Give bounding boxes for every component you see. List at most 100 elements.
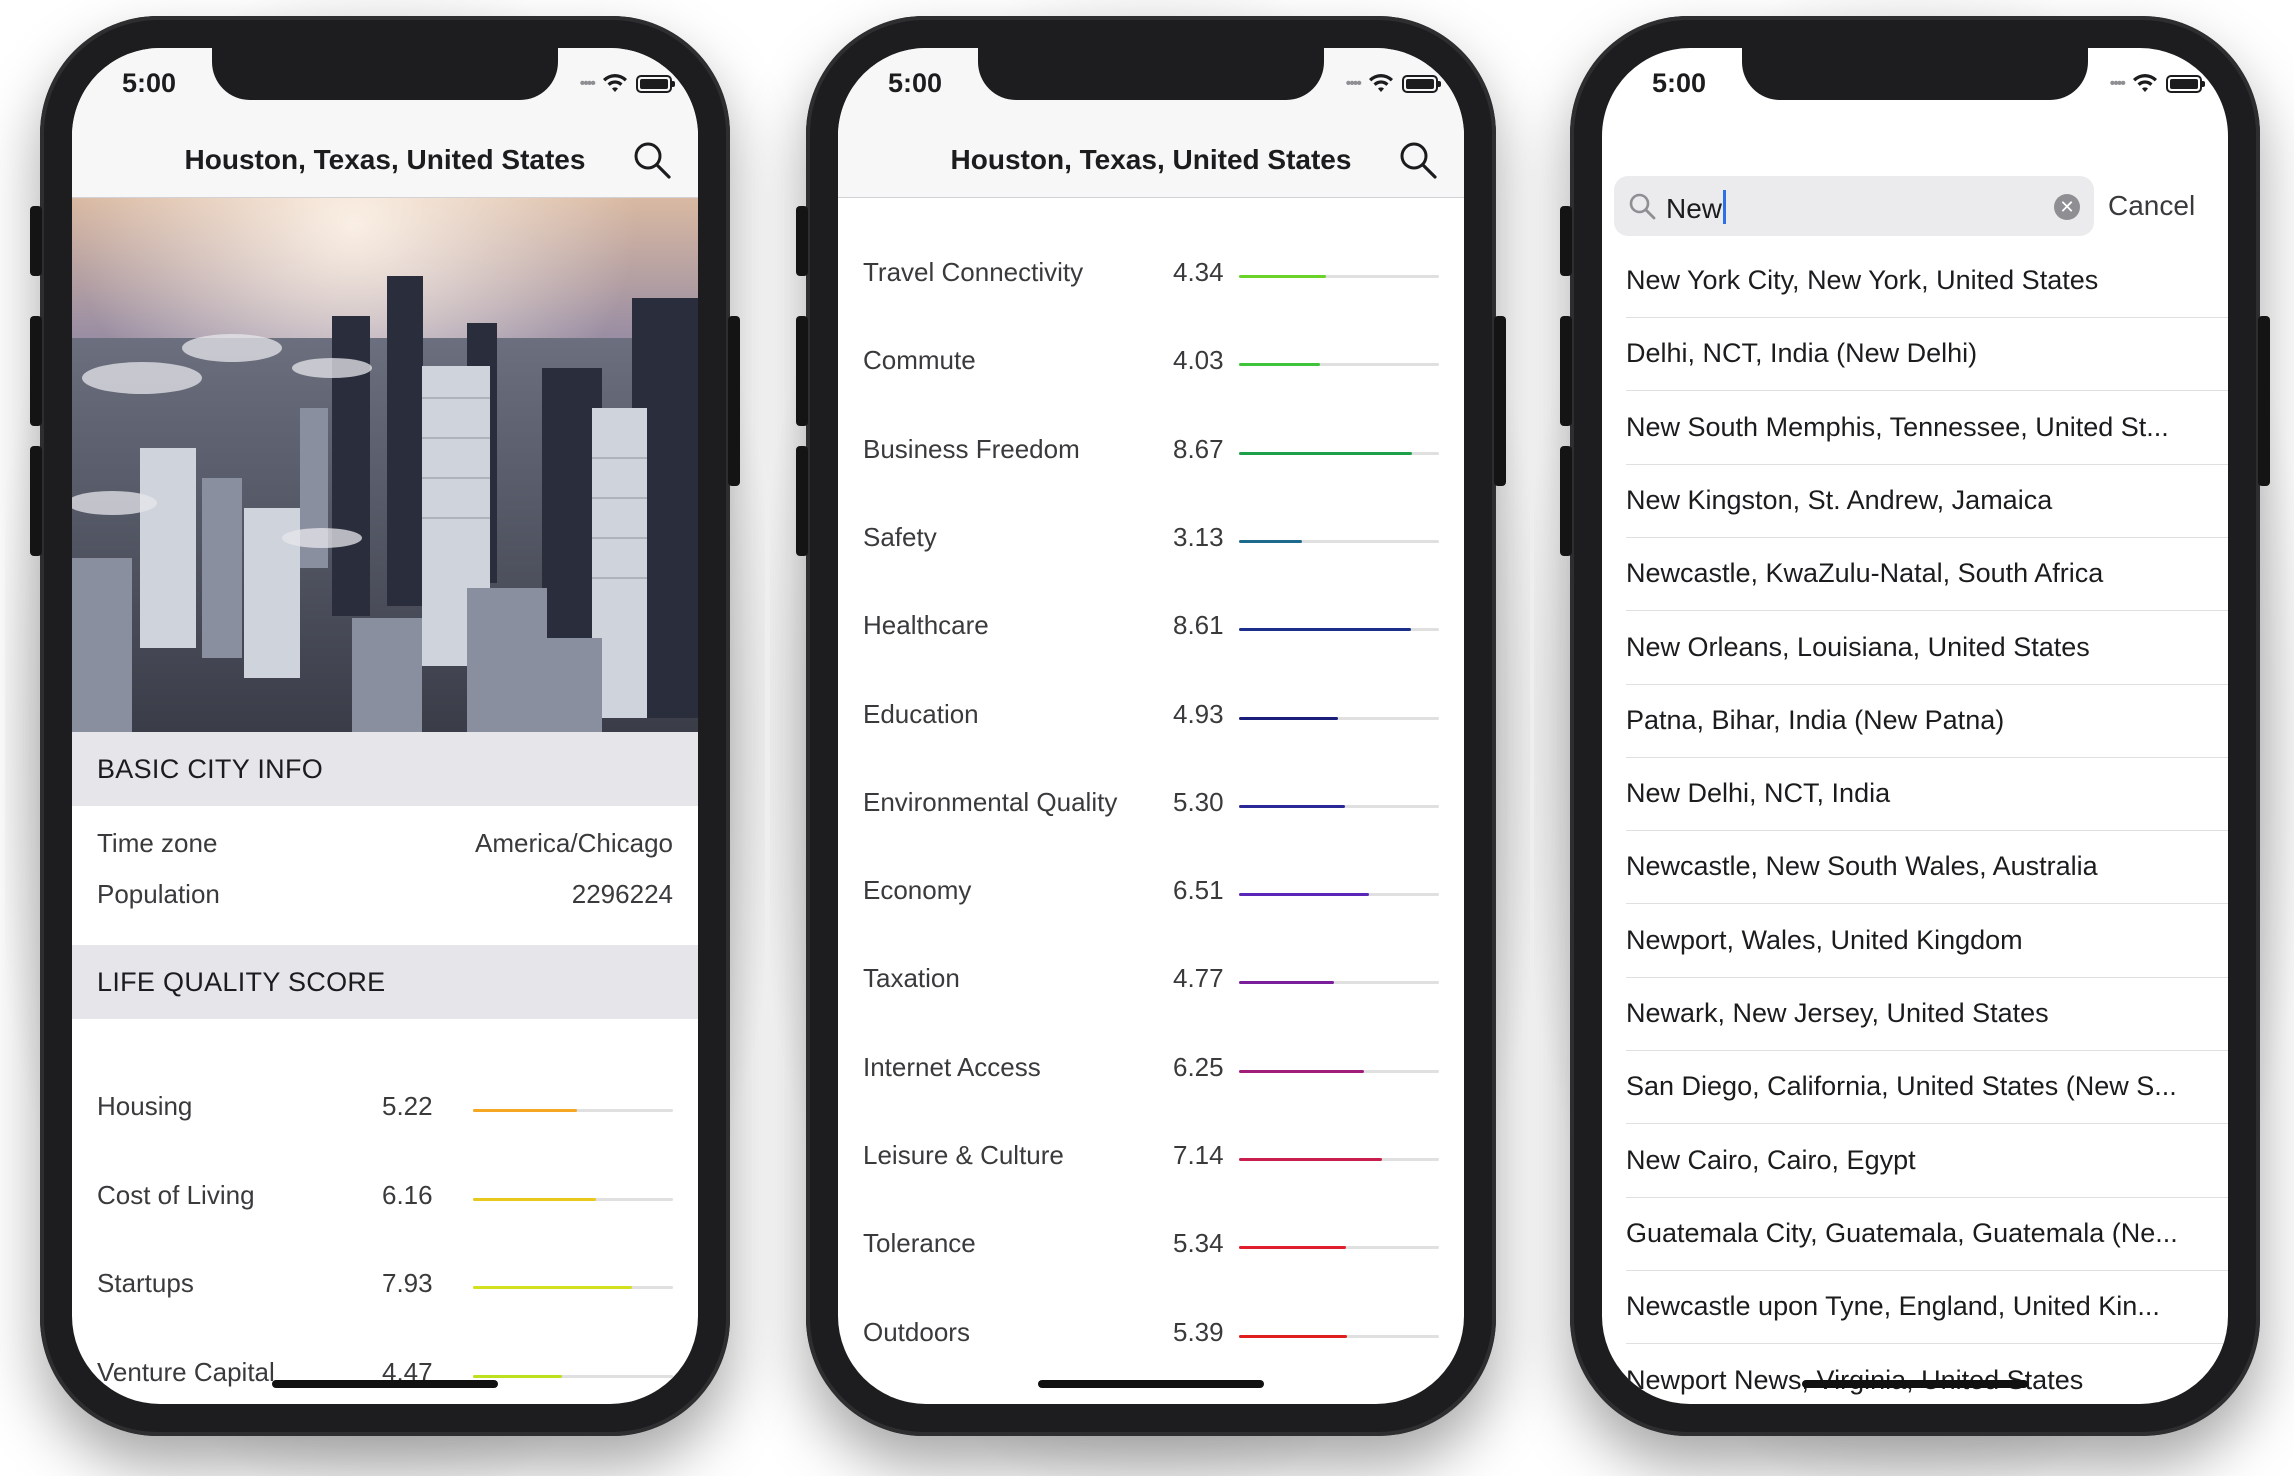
- search-result-item[interactable]: Patna, Bihar, India (New Patna): [1626, 685, 2228, 758]
- score-value: 3.13: [1173, 521, 1224, 552]
- search-query: New: [1666, 193, 1723, 224]
- search-result-item[interactable]: Delhi, NCT, India (New Delhi): [1626, 318, 2228, 392]
- score-value: 6.16: [382, 1179, 433, 1210]
- score-bar-fill: [1239, 539, 1302, 543]
- status-time: 5:00: [1652, 68, 1707, 98]
- score-bar-track: [1239, 628, 1439, 632]
- score-label: Cost of Living: [97, 1179, 255, 1210]
- search-result-item[interactable]: Newport, Wales, United Kingdom: [1626, 905, 2228, 978]
- score-row: Travel Connectivity 4.34: [863, 257, 1439, 297]
- population-value: 2296224: [571, 879, 673, 909]
- score-value: 4.03: [1173, 345, 1224, 376]
- search-icon: [1629, 193, 1656, 220]
- score-bar-fill: [473, 1286, 632, 1289]
- score-value: 4.34: [1173, 257, 1224, 287]
- score-row: Leisure & Culture 7.14: [863, 1140, 1439, 1180]
- score-label: Taxation: [863, 963, 960, 994]
- score-row: Safety 3.13: [863, 522, 1439, 562]
- phone-frame-1: 5:00 •••• Houston, Texas, United States: [30, 16, 740, 1436]
- score-bar-fill: [1239, 363, 1320, 367]
- search-icon[interactable]: [1398, 140, 1438, 180]
- search-result-item[interactable]: San Diego, California, United States (Ne…: [1626, 1051, 2228, 1125]
- search-result-item[interactable]: New York City, New York, United States: [1626, 245, 2228, 318]
- score-bar-fill: [1239, 275, 1326, 278]
- timezone-row: Time zone America/Chicago: [97, 828, 673, 868]
- score-value: 6.51: [1173, 875, 1224, 906]
- phone-frame-3: 5:00 •••• New ✕ Cancel New York City, Ne…: [1560, 16, 2270, 1436]
- search-result-item[interactable]: New Cairo, Cairo, Egypt: [1626, 1125, 2228, 1198]
- search-result-item[interactable]: Newark, New Jersey, United States: [1626, 978, 2228, 1051]
- timezone-value: America/Chicago: [475, 828, 673, 858]
- score-label: Leisure & Culture: [863, 1140, 1064, 1170]
- score-bar-fill: [1239, 804, 1345, 808]
- score-value: 7.93: [382, 1268, 433, 1298]
- score-bar-track: [473, 1109, 673, 1112]
- search-result-item[interactable]: New Kingston, St. Andrew, Jamaica: [1626, 465, 2228, 538]
- status-icons: ••••: [1346, 74, 1441, 94]
- wifi-icon: [2133, 74, 2157, 92]
- search-result-item[interactable]: Newport News, Virginia, United States: [1626, 1345, 2228, 1405]
- notch: [1742, 48, 2088, 100]
- score-label: Safety: [863, 521, 937, 552]
- screen-city-scores: 5:00 •••• Houston, Texas, United States …: [838, 48, 1464, 1404]
- score-bar-track: [1239, 1069, 1439, 1073]
- home-indicator: [1038, 1380, 1264, 1388]
- score-label: Commute: [863, 345, 976, 376]
- search-result-item[interactable]: Guatemala City, Guatemala, Guatemala (Ne…: [1626, 1198, 2228, 1271]
- score-row: Venture Capital 4.47: [97, 1357, 673, 1397]
- score-row: Economy 6.51: [863, 875, 1439, 915]
- score-row: Housing 5.22: [97, 1091, 673, 1131]
- search-icon[interactable]: [632, 140, 672, 180]
- search-result-item[interactable]: New South Memphis, Tennessee, United St.…: [1626, 392, 2228, 465]
- score-bar-track: [1239, 716, 1439, 720]
- battery-icon: [2166, 75, 2205, 93]
- search-result-item[interactable]: Newcastle, KwaZulu-Natal, South Africa: [1626, 538, 2228, 612]
- clear-icon[interactable]: ✕: [2054, 194, 2080, 220]
- search-result-item[interactable]: Newcastle upon Tyne, England, United Kin…: [1626, 1271, 2228, 1345]
- score-bar-fill: [473, 1197, 596, 1201]
- score-value: 7.14: [1173, 1140, 1224, 1170]
- home-indicator: [1802, 1380, 2028, 1388]
- search-field[interactable]: New ✕: [1614, 176, 2094, 236]
- score-bar-track: [1239, 539, 1439, 543]
- score-label: Venture Capital: [97, 1356, 275, 1387]
- score-label: Housing: [97, 1091, 193, 1121]
- search-result-item[interactable]: New Orleans, Louisiana, United States: [1626, 612, 2228, 685]
- score-bar-track: [473, 1197, 673, 1201]
- score-row: Startups 7.93: [97, 1268, 673, 1308]
- score-label: Economy: [863, 875, 972, 906]
- score-value: 5.34: [1173, 1228, 1224, 1259]
- status-time: 5:00: [888, 68, 943, 98]
- notch: [212, 48, 558, 100]
- score-bar-track: [1239, 804, 1439, 808]
- screen-city-search: 5:00 •••• New ✕ Cancel New York City, Ne…: [1602, 48, 2228, 1404]
- score-value: 8.61: [1173, 610, 1224, 641]
- score-value: 5.39: [1173, 1316, 1224, 1347]
- status-time: 5:00: [122, 68, 177, 98]
- search-result-item[interactable]: Newcastle, New South Wales, Australia: [1626, 831, 2228, 905]
- status-icons: ••••: [2109, 74, 2205, 94]
- score-bar-fill: [1239, 1334, 1347, 1338]
- score-bar-fill: [473, 1374, 562, 1378]
- battery-icon: [1402, 75, 1441, 93]
- score-bar-track: [1239, 1334, 1439, 1338]
- battery-icon: [636, 75, 675, 93]
- search-result-item[interactable]: New Delhi, NCT, India: [1626, 758, 2228, 832]
- population-label: Population: [97, 879, 220, 909]
- city-hero-image: [72, 198, 698, 732]
- life-quality-score-header: LIFE QUALITY SCORE: [72, 945, 698, 1019]
- score-bar-fill: [1239, 1246, 1346, 1250]
- cancel-button[interactable]: Cancel: [2108, 190, 2195, 222]
- score-row: Tolerance 5.34: [863, 1228, 1439, 1268]
- population-row: Population 2296224: [97, 879, 673, 919]
- score-value: 6.25: [1173, 1051, 1224, 1082]
- phone-frame-2: 5:00 •••• Houston, Texas, United States …: [796, 16, 1506, 1436]
- score-bar-track: [1239, 363, 1439, 367]
- score-label: Outdoors: [863, 1316, 970, 1347]
- score-bar-fill: [473, 1109, 577, 1112]
- signal-icon: ••••: [2109, 75, 2126, 92]
- score-bar-track: [1239, 981, 1439, 985]
- score-bar-fill: [1239, 1158, 1382, 1161]
- search-input[interactable]: New: [1666, 190, 1727, 225]
- score-row: Healthcare 8.61: [863, 610, 1439, 650]
